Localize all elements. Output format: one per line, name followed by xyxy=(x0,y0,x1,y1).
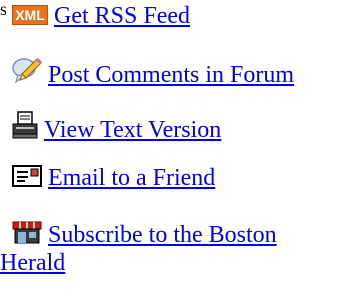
xml-feed-icon[interactable]: XML xyxy=(12,5,48,25)
post-comments-in-forum-link[interactable]: Post Comments in Forum xyxy=(48,62,294,88)
email-card-icon[interactable] xyxy=(12,165,42,187)
comment-pencil-icon[interactable] xyxy=(12,56,42,84)
subscribe-link-wrap: Herald xyxy=(0,250,65,277)
forum-item: Post Comments in Forum xyxy=(12,56,294,89)
storefront-icon[interactable] xyxy=(12,220,42,244)
clipped-text-fragment: s xyxy=(0,0,6,18)
printer-icon[interactable] xyxy=(12,111,38,139)
rss-feed-item: XML Get RSS Feed xyxy=(12,3,190,30)
get-rss-feed-link[interactable]: Get RSS Feed xyxy=(54,3,190,29)
subscribe-item: Subscribe to the Boston xyxy=(12,220,277,249)
xml-badge-text: XML xyxy=(15,7,45,23)
email-to-a-friend-link[interactable]: Email to a Friend xyxy=(48,165,215,191)
view-text-version-link[interactable]: View Text Version xyxy=(44,117,221,143)
subscribe-boston-herald-link[interactable]: Subscribe to the Boston xyxy=(48,222,277,248)
subscribe-boston-herald-link-continued[interactable]: Herald xyxy=(0,250,65,276)
email-item: Email to a Friend xyxy=(12,165,215,192)
text-version-item: View Text Version xyxy=(12,111,221,144)
